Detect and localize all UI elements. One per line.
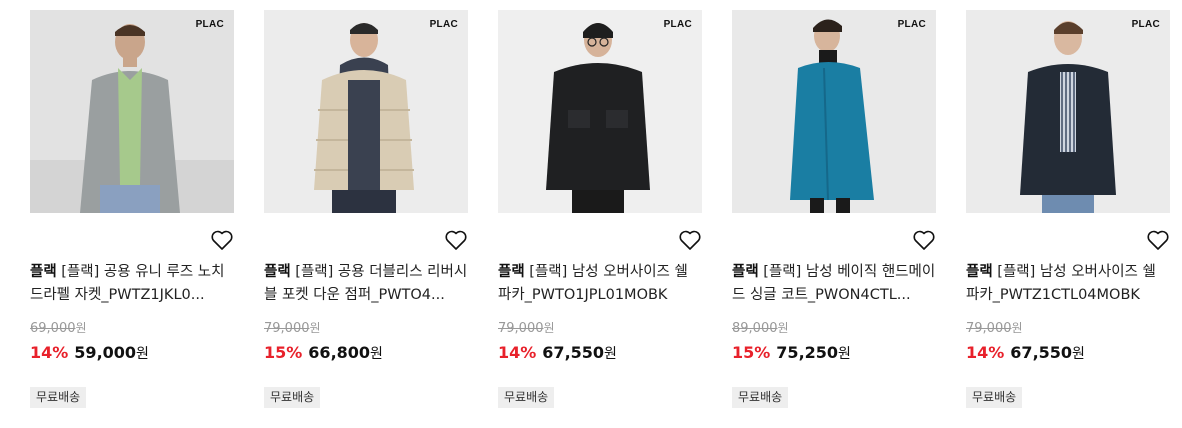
product-card[interactable]: PLAC 플랙 [플랙] 남성 오버사이즈 쉘 파카_PWTZ1CTL04MOB… [966,10,1170,408]
brand-logo: PLAC [429,19,458,30]
product-brand: 플랙 [264,264,291,280]
product-card[interactable]: PLAC 플랙 [플랙] 공용 유니 루즈 노치드라펠 자켓_PWTZ1JKL0… [30,10,234,408]
discount-rate: 14% [966,343,1005,362]
free-shipping-badge: 무료배송 [498,387,555,408]
sale-price: 14% 67,550원 [498,343,617,363]
sale-price-value: 67,550 [1010,343,1073,362]
sale-price-unit: 원 [604,346,617,362]
product-image[interactable]: PLAC [30,10,234,213]
product-name: [플랙] 남성 베이직 핸드메이드 싱글 코트_PWON4CTL... [732,264,936,303]
original-price: 89,000원 [732,319,789,336]
product-name: [플랙] 남성 오버사이즈 쉘 파카_PWTO1JPL01MOBK [498,264,688,303]
product-title[interactable]: 플랙 [플랙] 공용 유니 루즈 노치드라펠 자켓_PWTZ1JKL0... [30,261,236,307]
product-brand: 플랙 [498,264,525,280]
product-card[interactable]: PLAC 플랙 [플랙] 남성 오버사이즈 쉘 파카_PWTO1JPL01MOB… [498,10,702,408]
sale-price: 14% 67,550원 [966,343,1085,363]
brand-logo: PLAC [195,19,224,30]
original-price: 69,000원 [30,319,87,336]
wishlist-heart-icon[interactable] [678,229,702,251]
product-card[interactable]: PLAC 플랙 [플랙] 공용 더블리스 리버시블 포켓 다운 점퍼_PWTO4… [264,10,468,408]
product-card[interactable]: PLAC 플랙 [플랙] 남성 베이직 핸드메이드 싱글 코트_PWON4CTL… [732,10,936,408]
product-name: [플랙] 공용 유니 루즈 노치드라펠 자켓_PWTZ1JKL0... [30,264,225,303]
free-shipping-badge: 무료배송 [264,387,321,408]
original-price-unit: 원 [309,321,321,335]
product-title[interactable]: 플랙 [플랙] 공용 더블리스 리버시블 포켓 다운 점퍼_PWTO4... [264,261,470,307]
original-price-unit: 원 [1011,321,1023,335]
original-price-value: 69,000 [30,321,76,336]
sale-price-unit: 원 [1072,346,1085,362]
brand-logo: PLAC [1131,19,1160,30]
sale-price: 15% 75,250원 [732,343,851,363]
sale-price-unit: 원 [370,346,383,362]
free-shipping-badge: 무료배송 [966,387,1023,408]
free-shipping-badge: 무료배송 [30,387,87,408]
original-price-unit: 원 [543,321,555,335]
product-image[interactable]: PLAC [966,10,1170,213]
original-price: 79,000원 [498,319,555,336]
original-price-unit: 원 [75,321,87,335]
brand-logo: PLAC [897,19,926,30]
original-price-unit: 원 [777,321,789,335]
product-brand: 플랙 [966,264,993,280]
product-name: [플랙] 공용 더블리스 리버시블 포켓 다운 점퍼_PWTO4... [264,264,468,303]
original-price-value: 79,000 [966,321,1012,336]
product-title[interactable]: 플랙 [플랙] 남성 베이직 핸드메이드 싱글 코트_PWON4CTL... [732,261,938,307]
wishlist-heart-icon[interactable] [444,229,468,251]
sale-price-unit: 원 [838,346,851,362]
discount-rate: 15% [732,343,771,362]
original-price: 79,000원 [966,319,1023,336]
product-image[interactable]: PLAC [264,10,468,213]
sale-price-value: 59,000 [74,343,137,362]
product-brand: 플랙 [30,264,57,280]
sale-price: 15% 66,800원 [264,343,383,363]
free-shipping-badge: 무료배송 [732,387,789,408]
sale-price-value: 66,800 [308,343,371,362]
sale-price-value: 75,250 [776,343,839,362]
brand-logo: PLAC [663,19,692,30]
product-image[interactable]: PLAC [498,10,702,213]
discount-rate: 14% [498,343,537,362]
sale-price: 14% 59,000원 [30,343,149,363]
sale-price-unit: 원 [136,346,149,362]
wishlist-heart-icon[interactable] [210,229,234,251]
original-price-value: 89,000 [732,321,778,336]
wishlist-heart-icon[interactable] [912,229,936,251]
discount-rate: 15% [264,343,303,362]
product-image[interactable]: PLAC [732,10,936,213]
wishlist-heart-icon[interactable] [1146,229,1170,251]
product-title[interactable]: 플랙 [플랙] 남성 오버사이즈 쉘 파카_PWTZ1CTL04MOBK [966,261,1172,307]
product-name: [플랙] 남성 오버사이즈 쉘 파카_PWTZ1CTL04MOBK [966,264,1156,303]
sale-price-value: 67,550 [542,343,605,362]
original-price: 79,000원 [264,319,321,336]
product-brand: 플랙 [732,264,759,280]
original-price-value: 79,000 [264,321,310,336]
product-grid: PLAC 플랙 [플랙] 공용 유니 루즈 노치드라펠 자켓_PWTZ1JKL0… [0,0,1182,428]
product-title[interactable]: 플랙 [플랙] 남성 오버사이즈 쉘 파카_PWTO1JPL01MOBK [498,261,704,307]
original-price-value: 79,000 [498,321,544,336]
discount-rate: 14% [30,343,69,362]
